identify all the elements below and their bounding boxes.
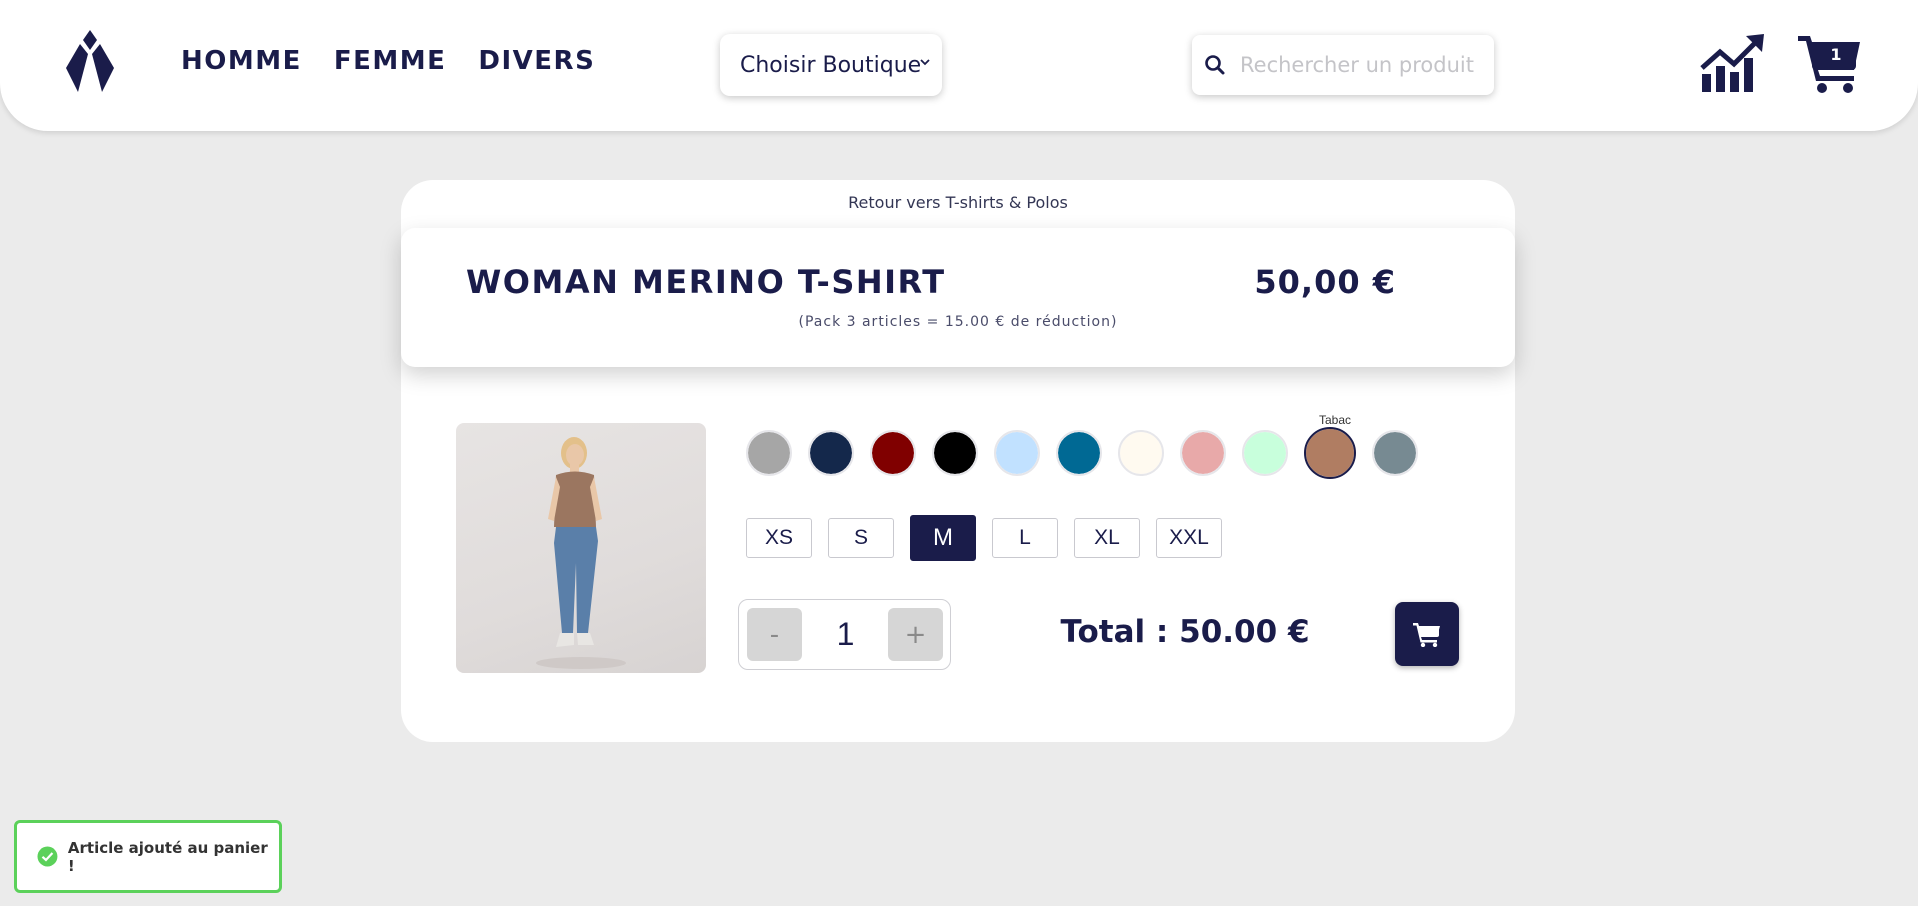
- quantity-decrease-button[interactable]: -: [747, 608, 802, 661]
- size-option-xxl[interactable]: XXL: [1156, 518, 1222, 558]
- size-option-xl[interactable]: XL: [1074, 518, 1140, 558]
- color-swatch[interactable]: [1118, 430, 1164, 476]
- color-swatch[interactable]: [1304, 427, 1356, 479]
- color-swatch[interactable]: [808, 430, 854, 476]
- color-swatch[interactable]: [1056, 430, 1102, 476]
- back-to-category-link[interactable]: Retour vers T-shirts & Polos: [401, 193, 1515, 212]
- color-swatch[interactable]: [994, 430, 1040, 476]
- search-icon: [1205, 55, 1225, 75]
- product-image: [456, 423, 706, 673]
- quantity-increase-button[interactable]: +: [888, 608, 943, 661]
- search-box: [1192, 35, 1494, 95]
- toast-message: Article ajouté au panier !: [67, 838, 268, 875]
- shop-select-value: Choisir Boutique: [740, 52, 922, 78]
- main-nav: HOMME FEMME DIVERS: [181, 46, 595, 76]
- color-swatch[interactable]: [746, 430, 792, 476]
- size-options: XS S M L XL XXL: [746, 515, 1222, 561]
- color-swatch[interactable]: [1372, 430, 1418, 476]
- nav-item-femme[interactable]: FEMME: [334, 46, 447, 76]
- woman-model-illustration: [536, 437, 626, 669]
- size-option-m[interactable]: M: [910, 515, 976, 561]
- brand-logo-icon[interactable]: [66, 30, 114, 92]
- nav-item-divers[interactable]: DIVERS: [478, 46, 595, 76]
- size-option-l[interactable]: L: [992, 518, 1058, 558]
- pack-discount-note: (Pack 3 articles = 15.00 € de réduction): [798, 314, 1118, 330]
- product-name: WOMAN MERINO T-SHIRT: [466, 263, 946, 301]
- color-swatch[interactable]: [870, 430, 916, 476]
- nav-item-homme[interactable]: HOMME: [181, 46, 302, 76]
- product-price: 50,00 €: [1254, 263, 1396, 301]
- color-swatch[interactable]: [932, 430, 978, 476]
- color-swatch[interactable]: [1242, 430, 1288, 476]
- quantity-stepper: - 1 +: [738, 599, 951, 670]
- check-circle-icon: [37, 846, 58, 867]
- cart-count-badge: 1: [1830, 45, 1842, 64]
- size-option-s[interactable]: S: [828, 518, 894, 558]
- shop-select[interactable]: Choisir Boutique: [720, 34, 942, 96]
- search-input[interactable]: [1238, 52, 1492, 78]
- add-to-cart-button[interactable]: [1395, 602, 1459, 666]
- cart-icon: [1413, 623, 1440, 647]
- quantity-value[interactable]: 1: [803, 616, 888, 653]
- size-option-xs[interactable]: XS: [746, 518, 812, 558]
- color-swatch[interactable]: [1180, 430, 1226, 476]
- chevron-down-icon: [920, 56, 930, 71]
- order-total: Total : 50.00 €: [1060, 614, 1310, 650]
- color-swatches: [746, 427, 1418, 479]
- top-header: HOMME FEMME DIVERS Choisir Boutique 1: [0, 0, 1918, 131]
- toast-notification: Article ajouté au panier !: [14, 820, 282, 893]
- selected-color-label: Tabac: [1318, 413, 1352, 427]
- chart-growth-icon[interactable]: [1700, 34, 1766, 92]
